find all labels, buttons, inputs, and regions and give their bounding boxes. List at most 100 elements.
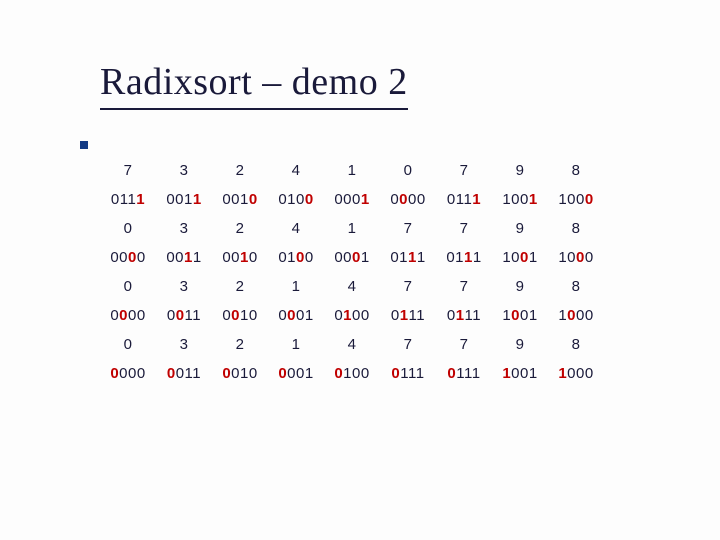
bit: 1: [463, 191, 472, 208]
bit: 0: [352, 307, 361, 324]
bit: 1: [287, 249, 296, 266]
table-cell: 7: [100, 156, 156, 185]
bit: 0: [175, 191, 184, 208]
bit: 0: [447, 191, 456, 208]
bit: 0: [296, 307, 305, 324]
bit: 1: [455, 249, 464, 266]
bit: 0: [119, 249, 128, 266]
table-cell: 0011: [156, 359, 212, 388]
bit: 1: [558, 365, 567, 382]
table-cell: 1001: [492, 243, 548, 272]
table-cell: 7: [436, 156, 492, 185]
bit: 1: [502, 191, 511, 208]
bit: 0: [167, 365, 176, 382]
bit: 0: [391, 365, 400, 382]
bit: 0: [352, 365, 361, 382]
bit: 1: [502, 365, 511, 382]
binary-row: 011100110010010000010000011110011000: [100, 185, 604, 214]
bit: 0: [343, 191, 352, 208]
table-cell: 7: [380, 330, 436, 359]
table-cell: 0111: [380, 359, 436, 388]
bit: 1: [400, 307, 409, 324]
bit: 0: [567, 365, 576, 382]
table-cell: 7: [436, 214, 492, 243]
bit: 0: [249, 249, 258, 266]
bit: 0: [399, 191, 408, 208]
bit: 0: [390, 249, 399, 266]
table-cell: 1001: [492, 301, 548, 330]
table-cell: 1000: [548, 185, 604, 214]
table-cell: 0011: [156, 185, 212, 214]
bit: 0: [390, 191, 399, 208]
bit: 1: [305, 307, 314, 324]
bit: 1: [472, 365, 481, 382]
bit: 1: [408, 365, 416, 382]
bit: 1: [529, 191, 538, 208]
bit: 1: [417, 249, 426, 266]
table-cell: 0100: [268, 243, 324, 272]
bit: 1: [464, 365, 472, 382]
table-cell: 0011: [156, 301, 212, 330]
table-cell: 0: [100, 272, 156, 301]
bit: 0: [511, 249, 520, 266]
bit: 1: [361, 249, 370, 266]
bit: 0: [343, 249, 352, 266]
table-cell: 1000: [548, 243, 604, 272]
bit: 1: [416, 307, 425, 324]
table-cell: 4: [268, 156, 324, 185]
table-cell: 0111: [436, 243, 492, 272]
radix-table: 7324107980111001100100100000100000111100…: [100, 156, 604, 388]
bit: 0: [128, 249, 137, 266]
bit: 1: [399, 249, 408, 266]
table-cell: 0010: [212, 301, 268, 330]
table-cell: 2: [212, 156, 268, 185]
table-cell: 0010: [212, 185, 268, 214]
bit: 1: [192, 365, 201, 382]
table-cell: 2: [212, 272, 268, 301]
bit: 0: [511, 307, 520, 324]
table-cell: 0111: [436, 359, 492, 388]
bit: 0: [585, 307, 594, 324]
bit: 0: [334, 365, 343, 382]
bit: 0: [352, 191, 361, 208]
content-block: 7324107980111001100100100000100000111100…: [100, 138, 720, 388]
bit: 1: [240, 191, 249, 208]
table-cell: 0010: [212, 243, 268, 272]
bit: 0: [576, 249, 585, 266]
bit: 0: [417, 191, 426, 208]
table-cell: 3: [156, 272, 212, 301]
bit: 0: [305, 191, 314, 208]
table-cell: 2: [212, 330, 268, 359]
bit: 0: [110, 249, 119, 266]
bit: 1: [558, 191, 567, 208]
bit: 0: [222, 249, 231, 266]
bit: 0: [166, 191, 175, 208]
bit: 0: [334, 249, 343, 266]
bit: 0: [334, 191, 343, 208]
bit: 0: [128, 307, 137, 324]
bit: 0: [137, 307, 146, 324]
bit: 0: [361, 307, 370, 324]
bit: 0: [249, 365, 258, 382]
table-cell: 1: [324, 156, 380, 185]
bit: 0: [585, 191, 594, 208]
table-cell: 0001: [268, 359, 324, 388]
bit: 0: [249, 307, 258, 324]
table-cell: 9: [492, 156, 548, 185]
bit: 1: [502, 249, 511, 266]
table-cell: 0010: [212, 359, 268, 388]
bit: 0: [511, 191, 520, 208]
bit: 0: [296, 249, 305, 266]
bit: 0: [166, 249, 175, 266]
bit: 0: [585, 249, 594, 266]
table-cell: 1000: [548, 359, 604, 388]
table-cell: 1001: [492, 359, 548, 388]
bit: 0: [408, 191, 417, 208]
bit: 0: [111, 191, 120, 208]
bit: 0: [249, 191, 258, 208]
bit: 0: [231, 249, 240, 266]
table-cell: 0111: [380, 301, 436, 330]
bit: 0: [305, 249, 314, 266]
table-cell: 9: [492, 330, 548, 359]
bit: 0: [167, 307, 176, 324]
